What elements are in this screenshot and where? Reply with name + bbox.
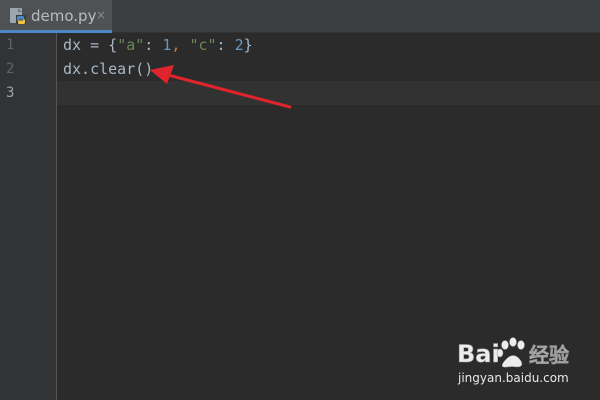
current-line-highlight	[57, 81, 600, 105]
tab-demo-py[interactable]: demo.py ×	[0, 0, 112, 33]
tab-label: demo.py	[31, 7, 97, 25]
line-number: 1	[6, 37, 15, 53]
python-file-icon	[10, 8, 26, 24]
code-token: :	[144, 36, 163, 54]
code-token: ,	[171, 36, 190, 54]
code-token: dx.clear()	[63, 60, 154, 78]
line-number: 2	[6, 61, 15, 77]
line-number-gutter: 1 2 3	[0, 33, 57, 400]
code-token: :	[216, 36, 235, 54]
watermark-brand-suffix: 经验	[529, 343, 569, 367]
watermark-url: jingyan.baidu.com	[458, 371, 569, 385]
code-token: 2	[234, 36, 244, 54]
close-icon[interactable]: ×	[96, 8, 106, 22]
code-token: dx = {	[63, 36, 118, 54]
code-token: }	[243, 36, 253, 54]
ide-window: demo.py × 1 2 3 dx = {"a": 1, "c": 2} dx…	[0, 0, 600, 400]
watermark-brand: Bai	[457, 340, 500, 368]
baidu-paw-icon: Bai 经验	[457, 337, 569, 368]
line-number-current: 3	[6, 85, 15, 101]
code-line[interactable]: dx.clear()	[63, 57, 153, 81]
editor-tab-bar: demo.py ×	[0, 0, 600, 33]
watermark-logo: Bai 经验 jingyan.baidu.com	[455, 333, 590, 391]
code-token: "a"	[117, 36, 145, 54]
code-token: "c"	[189, 36, 217, 54]
code-line[interactable]: dx = {"a": 1, "c": 2}	[63, 33, 253, 57]
